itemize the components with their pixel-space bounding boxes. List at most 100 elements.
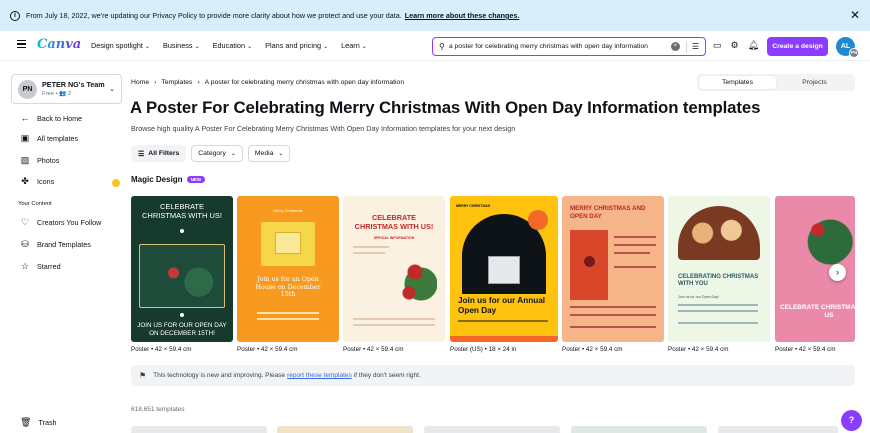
help-button[interactable]: ? [841,410,862,431]
search-divider [685,40,687,53]
template-card-label: Poster • 42 × 59.4 cm [668,346,729,353]
banner-link[interactable]: Learn more about these changes. [405,11,520,20]
user-avatar[interactable]: AL PN [836,37,859,58]
sidebar-item-all-templates[interactable]: ▣ All templates [20,133,78,144]
canva-logo[interactable]: Canva [37,37,81,52]
trash-icon: 🗑︎ [20,417,32,427]
team-name: PETER NG's Team [42,80,105,89]
breadcrumb-home[interactable]: Home [131,79,149,86]
template-card[interactable]: CELEBRATE CHRISTMAS WITH US! SPECIAL INF… [343,196,445,342]
template-card[interactable]: MERRY CHRISTMAS Join us for our Annual O… [450,196,558,342]
banner-text: From July 18, 2022, we're updating our P… [26,11,520,20]
page-title: A Poster For Celebrating Merry Christmas… [130,98,761,117]
sidebar-item-trash[interactable]: 🗑︎ Trash [20,417,57,428]
templates-icon: ▣ [20,133,30,143]
nav-design-spotlight[interactable]: Design spotlight ⌄ [91,41,150,50]
team-switcher[interactable]: PN PETER NG's Team Free • 👥 2 ⌄ [11,74,122,104]
template-card[interactable] [131,426,267,433]
breadcrumb: Home › Templates › A poster for celebrat… [131,79,404,86]
carousel-next-button[interactable]: › [829,264,846,281]
magic-design-heading: Magic Design NEW [131,175,206,184]
top-header: Canva Design spotlight ⌄ Business ⌄ Educat… [0,31,870,61]
search-input[interactable]: a poster for celebrating merry christmas… [449,43,671,50]
breadcrumb-current: A poster for celebrating merry christmas… [204,79,405,86]
report-templates-link[interactable]: report these templates [287,372,352,379]
arrow-left-icon: ← [20,113,30,123]
back-to-home[interactable]: ← Back to Home [20,113,83,123]
close-icon[interactable]: ✕ [850,9,860,21]
team-plan: Free • 👥 2 [42,91,72,97]
family-photo [678,206,760,260]
sidebar-item-creators[interactable]: ♡ Creators You Follow [20,217,101,228]
sidebar-item-icons[interactable]: ✤ Icons [20,176,54,187]
gift-box-image [488,256,520,284]
nav-learn[interactable]: Learn ⌄ [341,41,367,50]
ai-notice: ⚑ This technology is new and improving. … [131,365,855,386]
your-content-heading: Your Content [18,201,52,207]
shapes-icon: ✤ [21,176,29,186]
sidebar-item-brand-templates[interactable]: ⛁ Brand Templates [20,239,91,250]
gift-box-image [261,222,315,266]
filter-bar: ☰ All Filters Category ⌄ Media ⌄ [131,145,291,162]
chevron-down-icon: ⌄ [278,151,284,157]
star-icon: ☆ [20,261,30,271]
header-icons: ▭ ⚙ 🔔︎ [713,40,759,51]
ornament-image [397,248,437,308]
create-design-button[interactable]: Create a design [767,37,828,56]
settings-icon[interactable]: ⚙ [731,40,739,51]
team-badge: PN [849,48,859,58]
chevron-down-icon: ⌄ [109,86,115,93]
nav-education[interactable]: Education ⌄ [213,41,253,50]
sidebar-item-photos[interactable]: ▨ Photos [20,155,60,166]
nav-business[interactable]: Business ⌄ [163,41,200,50]
chevron-down-icon: ⌄ [230,151,236,157]
pro-crown-icon [112,179,120,187]
tab-projects[interactable]: Projects [776,76,853,89]
template-card[interactable] [718,426,838,433]
info-icon: i [10,10,20,21]
breadcrumb-separator-icon: › [197,79,200,86]
template-card[interactable] [571,426,707,433]
template-card[interactable]: CELEBRATE CHRISTMAS WITH US! JOIN US FOR… [131,196,233,342]
sidebar: PN PETER NG's Team Free • 👥 2 ⌄ ← Back to… [0,61,125,433]
menu-icon[interactable] [17,40,26,50]
tab-templates[interactable]: Templates [699,76,776,89]
privacy-banner: i From July 18, 2022, we're updating our… [0,0,870,31]
search-icon: ⚲ [439,42,445,51]
ornament-image [139,244,225,308]
template-card-label: Poster • 42 × 59.4 cm [237,346,298,353]
template-card[interactable] [277,426,413,433]
sidebar-item-starred[interactable]: ☆ Starred [20,261,61,272]
all-filters-button[interactable]: ☰ All Filters [131,145,187,162]
media-dropdown[interactable]: Media ⌄ [247,145,291,162]
template-card[interactable]: CELEBRATING CHRISTMAS WITH YOU Join us f… [668,196,770,342]
nav-plans-pricing[interactable]: Plans and pricing ⌄ [265,41,328,50]
template-card[interactable]: MERRY CHRISTMAS AND OPEN DAY [562,196,664,342]
template-card[interactable] [424,426,560,433]
desktop-app-icon[interactable]: ▭ [713,40,722,51]
breadcrumb-separator-icon: › [154,79,157,86]
filter-icon[interactable]: ☰ [692,42,699,51]
brand-icon: ⛁ [21,239,29,249]
search-bar[interactable]: ⚲ a poster for celebrating merry christm… [432,37,706,56]
template-card[interactable]: Merry Christmas Join us for an Open Hous… [237,196,339,342]
new-badge: NEW [186,176,206,183]
team-avatar: PN [18,80,37,99]
clear-search-icon[interactable]: × [670,42,680,51]
template-card-label: Poster • 42 × 59.4 cm [131,346,192,353]
template-card-label: Poster • 42 × 59.4 cm [775,346,836,353]
template-card-label: Poster (US) • 18 × 24 in [450,346,517,353]
flag-icon: ⚑ [139,371,147,380]
page-subtitle: Browse high quality A Poster For Celebra… [131,124,516,133]
category-dropdown[interactable]: Category ⌄ [191,145,243,162]
main-nav: Design spotlight ⌄ Business ⌄ Education ⌄ P… [91,41,367,50]
ornament-panel [570,230,608,300]
wreath-image [793,206,855,266]
breadcrumb-templates[interactable]: Templates [161,79,192,86]
template-count: 618,651 templates [131,406,185,413]
notifications-icon[interactable]: 🔔︎ [748,40,759,51]
photo-icon: ▨ [20,155,30,165]
sliders-icon: ☰ [138,150,145,158]
templates-projects-toggle: Templates Projects [697,74,855,91]
template-card-label: Poster • 42 × 59.4 cm [562,346,623,353]
